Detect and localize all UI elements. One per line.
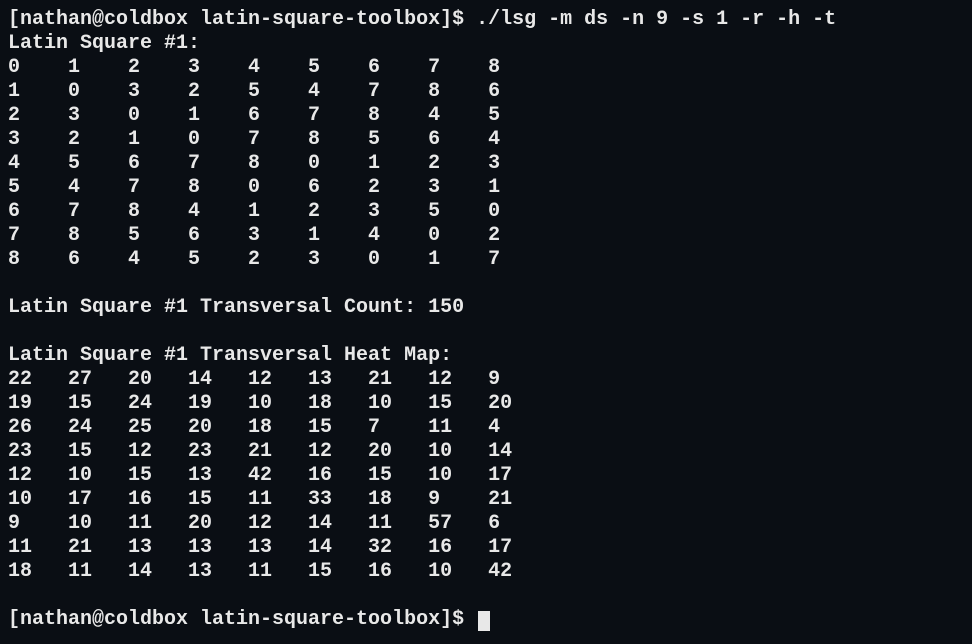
heatmap-row: 22 27 20 14 12 13 21 12 9 xyxy=(8,368,964,392)
terminal-output: [nathan@coldbox latin-square-toolbox]$ .… xyxy=(8,8,964,632)
heatmap-row: 9 10 11 20 12 14 11 57 6 xyxy=(8,512,964,536)
square-row: 6 7 8 4 1 2 3 5 0 xyxy=(8,200,964,224)
square-row: 4 5 6 7 8 0 1 2 3 xyxy=(8,152,964,176)
heatmap-row: 10 17 16 15 11 33 18 9 21 xyxy=(8,488,964,512)
square-row: 8 6 4 5 2 3 0 1 7 xyxy=(8,248,964,272)
command-text: ./lsg -m ds -n 9 -s 1 -r -h -t xyxy=(476,8,836,31)
heatmap-row: 26 24 25 20 18 15 7 11 4 xyxy=(8,416,964,440)
heatmap-header: Latin Square #1 Transversal Heat Map: xyxy=(8,344,964,368)
blank-line xyxy=(8,320,964,344)
transversal-count: Latin Square #1 Transversal Count: 150 xyxy=(8,296,964,320)
shell-prompt: [nathan@coldbox latin-square-toolbox]$ xyxy=(8,608,476,631)
prompt-line-1: [nathan@coldbox latin-square-toolbox]$ .… xyxy=(8,8,964,32)
heatmap-row: 19 15 24 19 10 18 10 15 20 xyxy=(8,392,964,416)
heatmap-row: 11 21 13 13 13 14 32 16 17 xyxy=(8,536,964,560)
heatmap-grid: 22 27 20 14 12 13 21 12 919 15 24 19 10 … xyxy=(8,368,964,584)
blank-line xyxy=(8,584,964,608)
square-row: 5 4 7 8 0 6 2 3 1 xyxy=(8,176,964,200)
square-row: 7 8 5 6 3 1 4 0 2 xyxy=(8,224,964,248)
prompt-line-2[interactable]: [nathan@coldbox latin-square-toolbox]$ xyxy=(8,608,964,632)
cursor-block xyxy=(478,611,490,631)
heatmap-row: 23 15 12 23 21 12 20 10 14 xyxy=(8,440,964,464)
square-row: 2 3 0 1 6 7 8 4 5 xyxy=(8,104,964,128)
heatmap-row: 18 11 14 13 11 15 16 10 42 xyxy=(8,560,964,584)
square-row: 1 0 3 2 5 4 7 8 6 xyxy=(8,80,964,104)
latin-square-grid: 0 1 2 3 4 5 6 7 81 0 3 2 5 4 7 8 62 3 0 … xyxy=(8,56,964,272)
square-row: 3 2 1 0 7 8 5 6 4 xyxy=(8,128,964,152)
blank-line xyxy=(8,272,964,296)
square-header: Latin Square #1: xyxy=(8,32,964,56)
heatmap-row: 12 10 15 13 42 16 15 10 17 xyxy=(8,464,964,488)
shell-prompt: [nathan@coldbox latin-square-toolbox]$ xyxy=(8,8,476,31)
square-row: 0 1 2 3 4 5 6 7 8 xyxy=(8,56,964,80)
